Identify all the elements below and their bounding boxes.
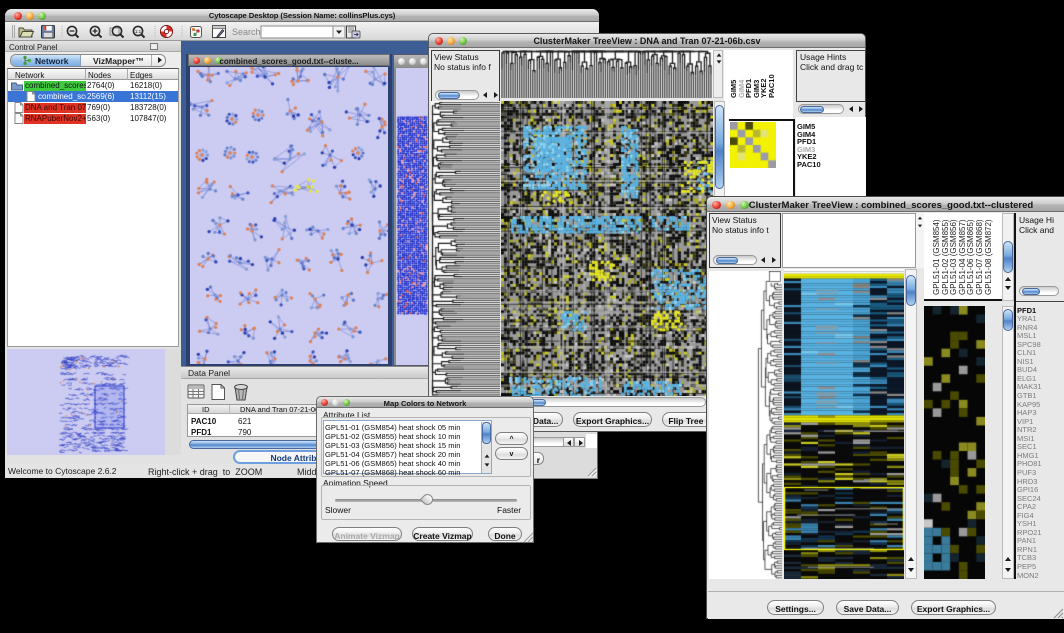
- svg-text:1:1: 1:1: [135, 29, 142, 34]
- svg-text:Search:: Search:: [232, 27, 263, 37]
